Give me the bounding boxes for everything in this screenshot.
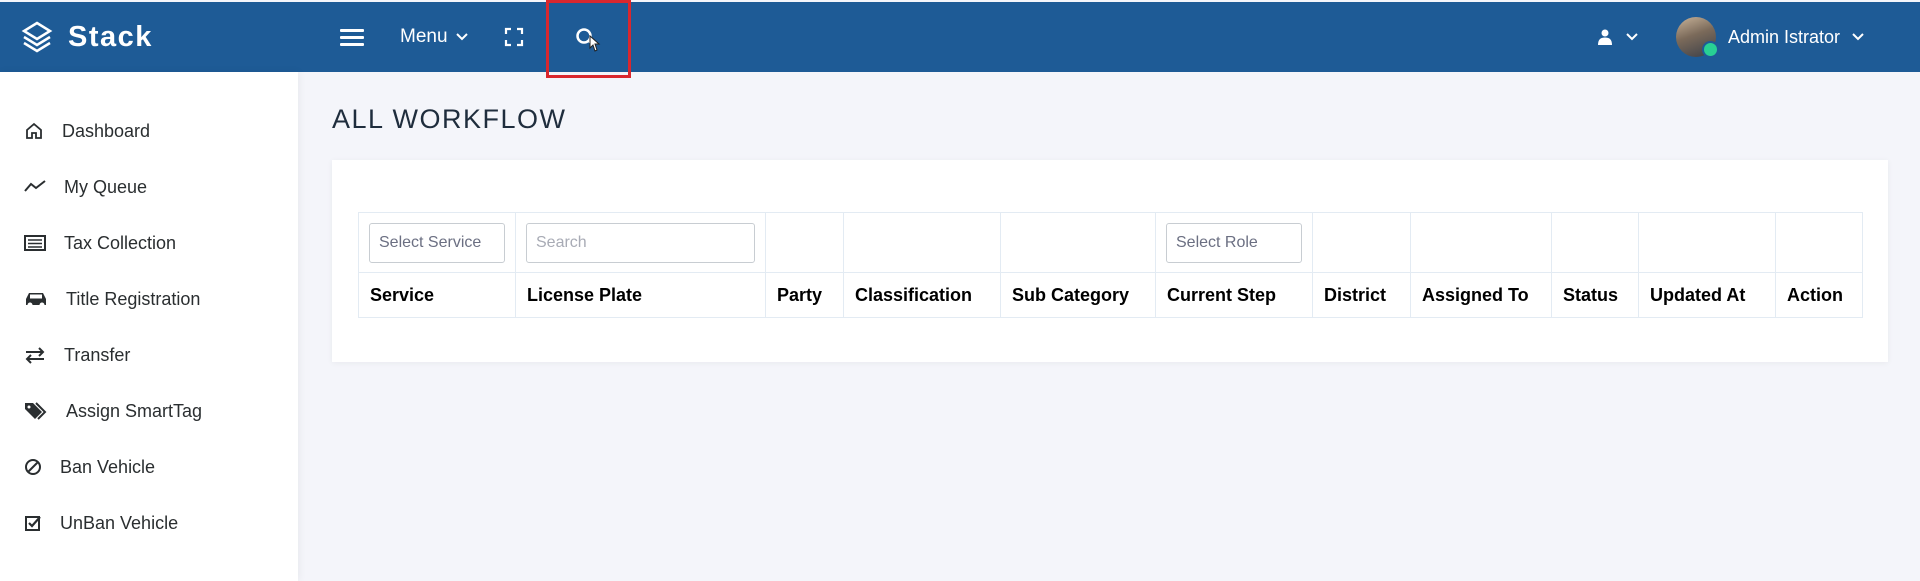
sidebar-item-label: UnBan Vehicle bbox=[60, 512, 179, 533]
notifications-user-dropdown[interactable] bbox=[1598, 2, 1638, 72]
column-header-status[interactable]: Status bbox=[1551, 272, 1639, 318]
column-header-action: Action bbox=[1775, 272, 1863, 318]
hamburger-menu-button[interactable] bbox=[340, 2, 370, 72]
stack-logo-icon bbox=[21, 21, 53, 53]
exchange-arrows-icon bbox=[25, 347, 45, 364]
avatar bbox=[1676, 17, 1719, 58]
sidebar-item-label: Transfer bbox=[64, 344, 131, 365]
sidebar-item-my-queue[interactable]: My Queue bbox=[24, 172, 147, 202]
profile-dropdown[interactable]: Admin Istrator bbox=[1676, 2, 1864, 72]
chevron-down-icon bbox=[455, 33, 468, 41]
column-header-party[interactable]: Party bbox=[765, 272, 844, 318]
sidebar-item-label: Assign SmartTag bbox=[66, 400, 203, 421]
chevron-down-icon bbox=[1852, 33, 1864, 41]
sidebar-item-assign-smarttag[interactable]: Assign SmartTag bbox=[24, 396, 202, 426]
search-button[interactable] bbox=[546, 0, 631, 78]
select-service-dropdown[interactable]: Select Service bbox=[369, 222, 505, 263]
car-icon bbox=[26, 293, 46, 308]
workflow-card: Select Service Search Select Role Servic… bbox=[332, 160, 1888, 362]
brand-name: Stack bbox=[68, 20, 153, 53]
sidebar-item-ban-vehicle[interactable]: Ban Vehicle bbox=[24, 452, 155, 482]
sidebar-item-tax-collection[interactable]: Tax Collection bbox=[24, 228, 176, 258]
fullscreen-icon bbox=[504, 27, 524, 47]
sidebar-item-label: Title Registration bbox=[66, 288, 201, 309]
table-header-row: Service License Plate Party Classificati… bbox=[358, 272, 1863, 318]
column-header-assigned-to[interactable]: Assigned To bbox=[1410, 272, 1552, 318]
sidebar-item-title-registration[interactable]: Title Registration bbox=[24, 284, 200, 314]
search-icon bbox=[575, 28, 600, 52]
sidebar-item-label: Dashboard bbox=[62, 120, 151, 141]
column-header-updated-at[interactable]: Updated At bbox=[1638, 272, 1776, 318]
column-header-license-plate[interactable]: License Plate bbox=[515, 272, 766, 318]
column-header-district[interactable]: District bbox=[1312, 272, 1411, 318]
column-header-classification[interactable]: Classification bbox=[843, 272, 1001, 318]
sidebar-item-transfer[interactable]: Transfer bbox=[24, 340, 130, 370]
hamburger-icon bbox=[340, 25, 364, 50]
column-header-sub-category[interactable]: Sub Category bbox=[1000, 272, 1156, 318]
check-square-icon bbox=[25, 516, 41, 531]
profile-name: Admin Istrator bbox=[1728, 26, 1841, 47]
filter-row: Select Service Search Select Role bbox=[358, 212, 1863, 273]
sidebar: Dashboard My Queue Tax Collection Title … bbox=[0, 72, 298, 581]
select-role-dropdown[interactable]: Select Role bbox=[1166, 222, 1302, 263]
trend-line-icon bbox=[24, 180, 46, 192]
menu-dropdown[interactable]: Menu bbox=[400, 2, 468, 72]
top-navbar: Stack Menu Admin Istrator bbox=[0, 0, 1920, 78]
sidebar-item-unban-vehicle[interactable]: UnBan Vehicle bbox=[24, 508, 178, 538]
ban-icon bbox=[25, 459, 41, 475]
sidebar-item-label: Tax Collection bbox=[64, 232, 177, 253]
sidebar-item-label: My Queue bbox=[64, 176, 148, 197]
user-icon bbox=[1598, 29, 1612, 45]
sidebar-item-label: Ban Vehicle bbox=[60, 456, 156, 477]
menu-label: Menu bbox=[400, 26, 448, 47]
search-input[interactable]: Search bbox=[526, 222, 755, 263]
brand[interactable]: Stack bbox=[20, 2, 153, 72]
chevron-down-icon bbox=[1626, 33, 1638, 41]
column-header-current-step[interactable]: Current Step bbox=[1155, 272, 1313, 318]
tags-icon bbox=[25, 402, 47, 420]
sidebar-item-dashboard[interactable]: Dashboard bbox=[24, 116, 150, 146]
fullscreen-button[interactable] bbox=[504, 2, 524, 72]
list-card-icon bbox=[24, 235, 46, 251]
column-header-service[interactable]: Service bbox=[358, 272, 516, 318]
page-title: ALL WORKFLOW bbox=[332, 104, 567, 134]
workflow-table: Select Service Search Select Role Servic… bbox=[358, 212, 1863, 318]
home-icon bbox=[26, 122, 42, 139]
